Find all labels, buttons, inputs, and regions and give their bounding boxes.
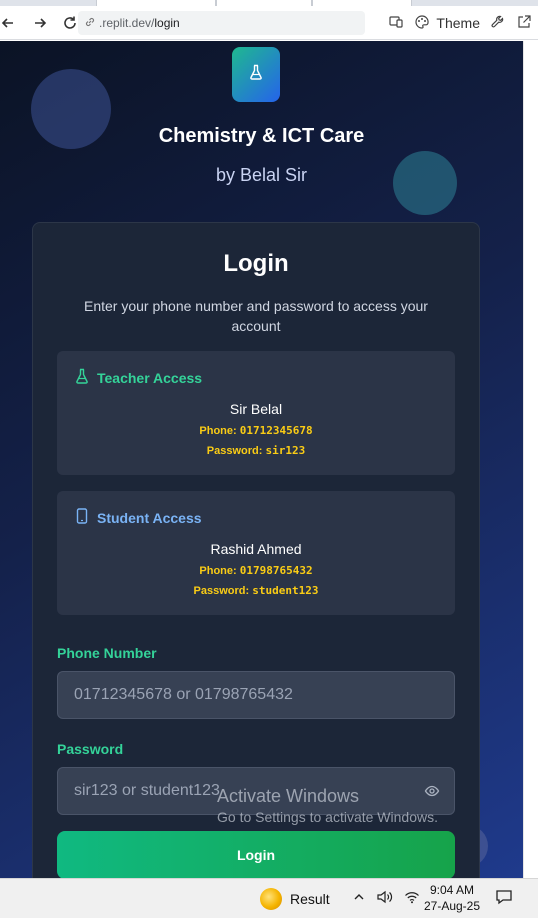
watermark-title: Activate Windows	[217, 786, 360, 806]
teacher-password: Password: sir123	[57, 444, 455, 457]
browser-toolbar: .replit.dev/login Theme	[0, 6, 538, 40]
system-tray	[352, 890, 420, 907]
teacher-access-panel: Teacher Access Sir Belal Phone: 01712345…	[57, 351, 455, 475]
password-placeholder: sir123 or student123	[74, 782, 220, 799]
page-scrollbar[interactable]	[523, 41, 538, 878]
student-phone-value: 01798765432	[239, 564, 313, 577]
phone-device-icon	[75, 508, 89, 527]
clock-date: 27-Aug-25	[423, 899, 481, 913]
back-icon[interactable]	[0, 11, 20, 35]
login-title: Login	[223, 250, 289, 277]
url-path: login	[154, 16, 180, 30]
teacher-password-value: sir123	[265, 444, 306, 457]
forward-icon[interactable]	[28, 11, 52, 35]
clock-time: 9:04 AM	[429, 883, 475, 897]
teacher-phone-value: 01712345678	[239, 424, 313, 437]
phone-placeholder: 01712345678 or 01798765432	[74, 686, 293, 703]
open-external-icon[interactable]	[516, 14, 532, 33]
app-logo	[232, 47, 280, 102]
login-button[interactable]: Login	[57, 831, 455, 878]
password-label: Password:	[193, 585, 250, 597]
app-title: Chemistry & ICT Care	[158, 125, 365, 147]
student-access-panel: Student Access Rashid Ahmed Phone: 01798…	[57, 491, 455, 615]
app-subtitle: by Belal Sir	[215, 165, 308, 185]
link-icon	[84, 16, 96, 31]
palette-icon	[414, 14, 430, 33]
url-domain: .replit.dev/	[99, 16, 155, 30]
password-label: Password:	[206, 445, 263, 457]
taskbar-clock[interactable]: 9:04 AM 27-Aug-25	[420, 882, 484, 914]
login-description: Enter your phone number and password to …	[84, 298, 428, 334]
phone-input[interactable]: 01712345678 or 01798765432	[57, 671, 455, 719]
teacher-access-heading: Teacher Access	[97, 369, 203, 386]
activate-windows-watermark: Activate Windows Go to Settings to activ…	[217, 786, 438, 825]
phone-label: Phone:	[199, 565, 237, 577]
student-phone: Phone: 01798765432	[57, 564, 455, 577]
flask-icon	[249, 64, 263, 85]
phone-field-label: Phone Number	[57, 645, 157, 661]
theme-label: Theme	[436, 15, 480, 31]
taskbar: Result 9:04 AM 27-Aug-25	[0, 878, 538, 918]
student-password: Password: student123	[57, 584, 455, 597]
chevron-up-icon[interactable]	[352, 890, 366, 907]
login-card: Login Enter your phone number and passwo…	[32, 222, 480, 878]
weather-icon	[260, 888, 282, 910]
student-password-value: student123	[252, 584, 319, 597]
notification-icon[interactable]	[495, 888, 513, 911]
teacher-phone: Phone: 01712345678	[57, 424, 455, 437]
student-access-heading: Student Access	[97, 509, 202, 526]
watermark-subtitle: Go to Settings to activate Windows.	[217, 809, 438, 825]
taskbar-app-label: Result	[290, 891, 330, 907]
theme-button[interactable]: Theme	[414, 14, 480, 33]
taskbar-result-button[interactable]: Result	[260, 888, 330, 910]
flask-icon	[75, 368, 89, 387]
wrench-icon[interactable]	[490, 14, 506, 33]
phone-label: Phone:	[199, 425, 237, 437]
password-field-label: Password	[57, 741, 124, 757]
student-name: Rashid Ahmed	[210, 541, 302, 557]
volume-icon[interactable]	[376, 890, 394, 907]
login-page: Chemistry & ICT Care by Belal Sir Login …	[0, 41, 523, 878]
wifi-icon[interactable]	[404, 890, 420, 907]
address-bar[interactable]: .replit.dev/login	[78, 11, 365, 35]
devices-icon[interactable]	[388, 14, 404, 33]
teacher-name: Sir Belal	[229, 401, 283, 417]
